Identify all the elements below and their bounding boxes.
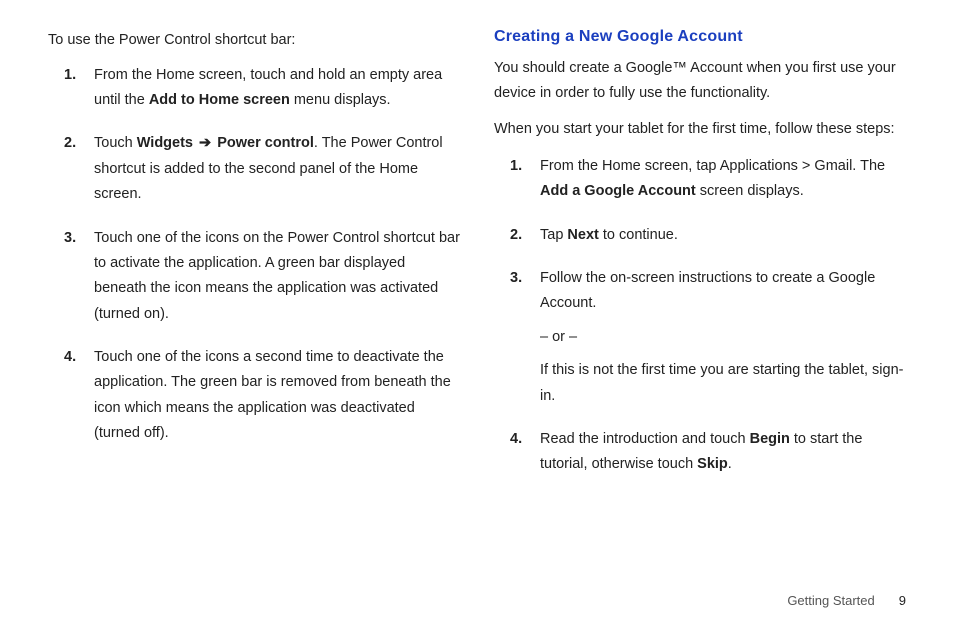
step-text: Touch <box>94 135 137 151</box>
step-text: Read the introduction and touch <box>540 431 750 447</box>
left-step-4: Touch one of the icons a second time to … <box>48 345 460 447</box>
arrow-icon: ➔ <box>197 131 213 156</box>
bold-text: Add to Home screen <box>149 92 290 108</box>
right-steps-list: From the Home screen, tap Applications >… <box>494 154 906 478</box>
step-text: menu displays. <box>290 92 391 108</box>
step-text: . <box>728 456 732 472</box>
bold-text: Widgets <box>137 135 193 151</box>
section-heading: Creating a New Google Account <box>494 28 906 46</box>
footer-page-number: 9 <box>899 593 906 608</box>
bold-text: Begin <box>750 431 790 447</box>
left-step-2: Touch Widgets ➔ Power control. The Power… <box>48 131 460 207</box>
step-text: Touch one of the icons a second time to … <box>94 349 451 441</box>
right-step-2: Tap Next to continue. <box>494 223 906 248</box>
right-step-1: From the Home screen, tap Applications >… <box>494 154 906 205</box>
step-text: Touch one of the icons on the Power Cont… <box>94 230 460 322</box>
step-text: Tap <box>540 227 567 243</box>
step-text: screen displays. <box>696 183 804 199</box>
step-text: Follow the on-screen instructions to cre… <box>540 270 875 311</box>
bold-text: Power control <box>217 135 314 151</box>
bold-text: Skip <box>697 456 728 472</box>
left-intro: To use the Power Control shortcut bar: <box>48 28 460 53</box>
left-step-3: Touch one of the icons on the Power Cont… <box>48 226 460 328</box>
left-column: To use the Power Control shortcut bar: F… <box>48 28 460 596</box>
page-footer: Getting Started 9 <box>787 593 906 608</box>
right-paragraph-2: When you start your tablet for the first… <box>494 117 906 142</box>
right-column: Creating a New Google Account You should… <box>494 28 906 596</box>
step-text: to continue. <box>599 227 678 243</box>
left-step-1: From the Home screen, touch and hold an … <box>48 63 460 114</box>
right-step-4: Read the introduction and touch Begin to… <box>494 427 906 478</box>
right-step-3: Follow the on-screen instructions to cre… <box>494 266 906 409</box>
footer-section: Getting Started <box>787 593 874 608</box>
bold-text: Next <box>567 227 598 243</box>
step-text: From the Home screen, tap Applications >… <box>540 158 885 174</box>
bold-text: Add a Google Account <box>540 183 696 199</box>
right-paragraph-1: You should create a Google™ Account when… <box>494 56 906 105</box>
manual-page: To use the Power Control shortcut bar: F… <box>0 0 954 636</box>
step-or: – or – <box>540 325 906 350</box>
left-steps-list: From the Home screen, touch and hold an … <box>48 63 460 447</box>
step-alt: If this is not the first time you are st… <box>540 358 906 409</box>
